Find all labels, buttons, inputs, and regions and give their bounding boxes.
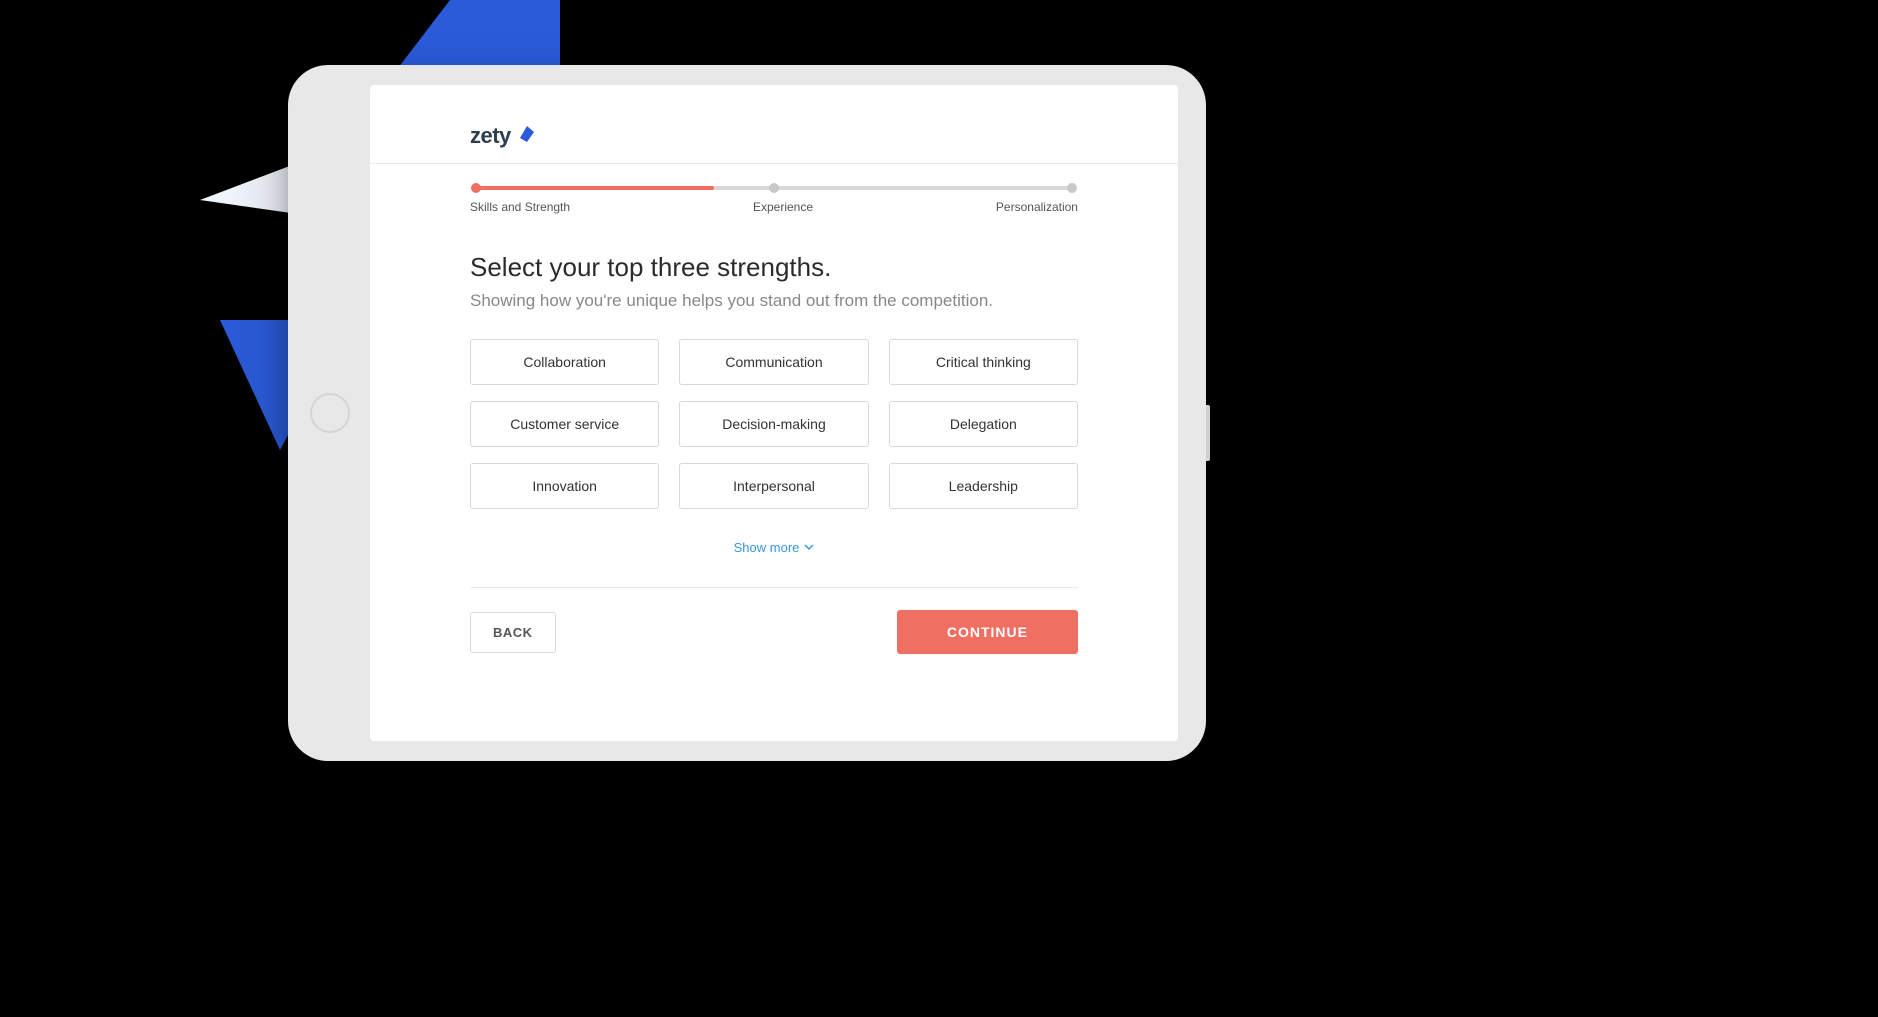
show-more-label: Show more bbox=[734, 540, 800, 555]
home-button bbox=[310, 393, 350, 433]
progress-node-personalization bbox=[1067, 183, 1077, 193]
option-customer-service[interactable]: Customer service bbox=[470, 401, 659, 447]
chevron-down-icon bbox=[804, 540, 814, 555]
logo-text: zety bbox=[470, 123, 511, 149]
option-critical-thinking[interactable]: Critical thinking bbox=[889, 339, 1078, 385]
show-more-link[interactable]: Show more bbox=[734, 540, 815, 555]
sleep-button bbox=[1206, 405, 1210, 461]
logo-arrow-icon bbox=[517, 124, 537, 149]
progress-labels: Skills and Strength Experience Personali… bbox=[470, 200, 1078, 214]
option-leadership[interactable]: Leadership bbox=[889, 463, 1078, 509]
option-decision-making[interactable]: Decision-making bbox=[679, 401, 868, 447]
progress-label-experience: Experience bbox=[753, 200, 813, 214]
option-label: Communication bbox=[725, 354, 822, 370]
app-content: zety Skills and Strength bbox=[370, 85, 1178, 692]
option-communication[interactable]: Communication bbox=[679, 339, 868, 385]
back-label: BACK bbox=[493, 625, 533, 640]
progress-node-skills bbox=[471, 183, 481, 193]
logo-area: zety bbox=[470, 123, 1078, 149]
option-collaboration[interactable]: Collaboration bbox=[470, 339, 659, 385]
progress-bar bbox=[476, 186, 1072, 190]
continue-button[interactable]: CONTINUE bbox=[897, 610, 1078, 654]
progress-node-experience bbox=[769, 183, 779, 193]
header-divider bbox=[370, 163, 1178, 164]
progress-label-personalization: Personalization bbox=[996, 200, 1078, 214]
option-delegation[interactable]: Delegation bbox=[889, 401, 1078, 447]
option-innovation[interactable]: Innovation bbox=[470, 463, 659, 509]
page-title: Select your top three strengths. bbox=[470, 252, 1078, 283]
option-label: Critical thinking bbox=[936, 354, 1031, 370]
back-button[interactable]: BACK bbox=[470, 612, 556, 653]
progress-tracker: Skills and Strength Experience Personali… bbox=[470, 186, 1078, 214]
option-label: Collaboration bbox=[523, 354, 606, 370]
progress-fill bbox=[476, 186, 714, 190]
tablet-frame: zety Skills and Strength bbox=[288, 65, 1206, 761]
option-label: Delegation bbox=[950, 416, 1017, 432]
footer: BACK CONTINUE bbox=[470, 610, 1078, 654]
screen: zety Skills and Strength bbox=[370, 85, 1178, 741]
page-subtitle: Showing how you're unique helps you stan… bbox=[470, 291, 1078, 311]
option-label: Customer service bbox=[510, 416, 619, 432]
option-label: Interpersonal bbox=[733, 478, 815, 494]
option-label: Leadership bbox=[949, 478, 1018, 494]
footer-divider bbox=[470, 587, 1078, 588]
option-label: Innovation bbox=[532, 478, 597, 494]
option-label: Decision-making bbox=[722, 416, 825, 432]
option-interpersonal[interactable]: Interpersonal bbox=[679, 463, 868, 509]
show-more-wrap: Show more bbox=[470, 539, 1078, 557]
continue-label: CONTINUE bbox=[947, 624, 1028, 640]
progress-label-skills: Skills and Strength bbox=[470, 200, 570, 214]
logo[interactable]: zety bbox=[470, 123, 537, 149]
strengths-grid: Collaboration Communication Critical thi… bbox=[470, 339, 1078, 509]
